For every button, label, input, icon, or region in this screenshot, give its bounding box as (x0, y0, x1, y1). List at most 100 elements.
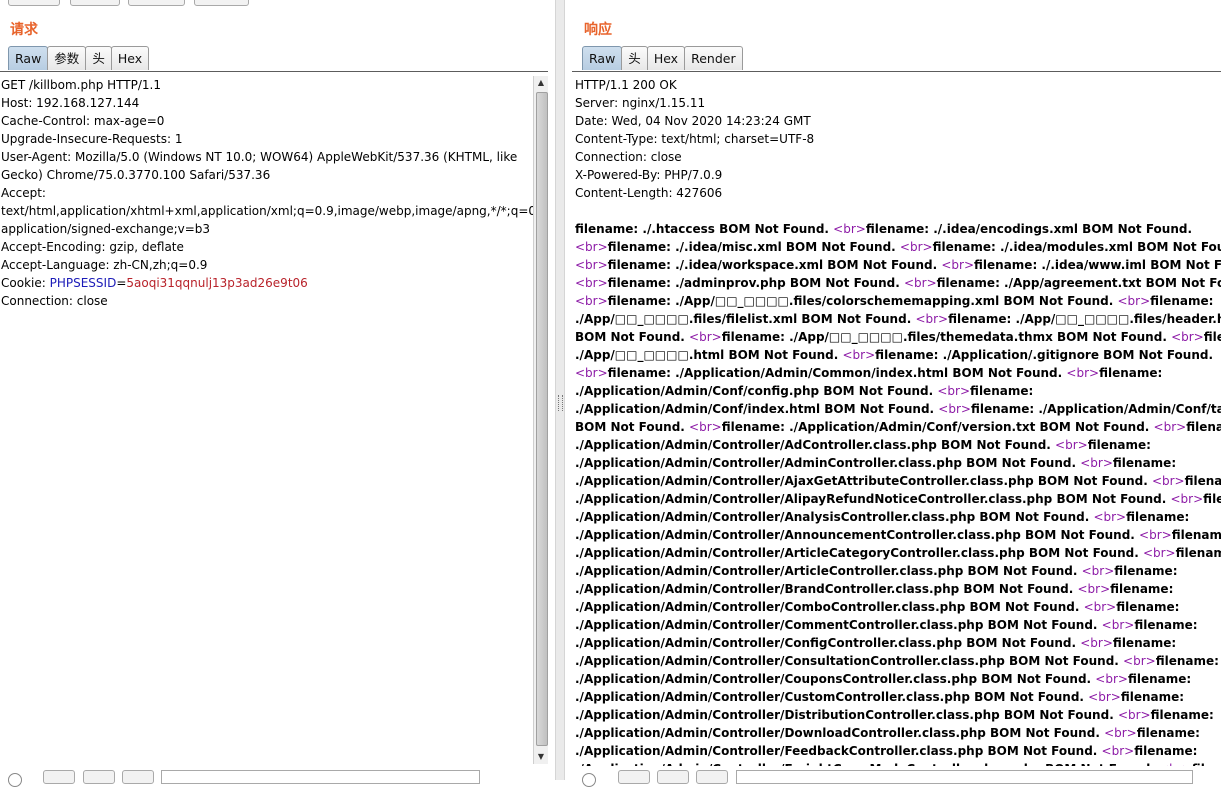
response-body-line: ./Application/Admin/Controller/Announcem… (575, 526, 1221, 544)
response-body-line: ./Application/Admin/Controller/AjaxGetAt… (575, 472, 1221, 490)
pane-splitter[interactable] (555, 0, 565, 780)
search-prev-button[interactable] (618, 770, 650, 784)
br-tag: <br> (689, 420, 722, 434)
body-text: filename: (1127, 672, 1192, 686)
body-text: ./Application/Admin/Controller/AdControl… (575, 438, 1056, 452)
br-tag: <br> (1081, 564, 1115, 578)
body-text: ./App/□□_□□□□.html BOM Not Found. (575, 348, 843, 362)
help-icon[interactable] (8, 773, 22, 787)
body-text: filename: ./Application/Admin/Conf/versi… (721, 420, 1154, 434)
body-text: filename: (1110, 582, 1174, 596)
body-text: ./Application/Admin/Controller/AjaxGetAt… (575, 474, 1152, 488)
search-prev-button[interactable] (43, 770, 75, 784)
request-pane: 请求 Raw 参数头 Hex GET /killbom.php HTTP/1.1 Ho… (0, 0, 548, 780)
body-text: filename: ./App/agreement.txt BOM Not Fo… (936, 276, 1221, 290)
body-text: filename: (1203, 330, 1221, 344)
response-body-line: ./Application/Admin/Controller/FeedbackC… (575, 742, 1221, 760)
body-text: ./Application/Admin/Controller/ArticleCa… (575, 546, 1143, 560)
response-header-line: Content-Type: text/html; charset=UTF-8 (575, 132, 815, 146)
br-tag: <br> (1170, 492, 1204, 506)
response-pane: 响应 Raw 头 Hex Render HTTP/1.1 200 OK Server: … (572, 0, 1221, 780)
body-text: filename: (1203, 492, 1221, 506)
request-line: Accept-Encoding: gzip, deflate (1, 240, 184, 254)
request-scrollbar[interactable]: ▲ ▼ (533, 76, 548, 764)
body-text: ./Application/Admin/Controller/Announcem… (575, 528, 1140, 542)
br-tag: <br> (1083, 600, 1117, 614)
response-body-line: ./Application/Admin/Conf/index.html BOM … (575, 400, 1221, 418)
tab-头[interactable]: 头 (85, 46, 112, 70)
body-text: filename: (1134, 618, 1198, 632)
tab-hex[interactable]: Hex (646, 46, 686, 70)
request-line: text/html,application/xhtml+xml,applicat… (1, 204, 533, 218)
tab-hex[interactable]: Hex (110, 46, 150, 70)
br-tag: <br> (938, 402, 971, 416)
body-text: filename: (1112, 456, 1177, 470)
tab-raw[interactable]: Raw (582, 46, 623, 70)
request-line: Host: 192.168.127.144 (1, 96, 140, 110)
tab-raw[interactable]: Raw (8, 46, 49, 70)
body-text: ./Application/Admin/Controller/BrandCont… (575, 582, 1078, 596)
request-search-input[interactable] (161, 770, 480, 784)
search-options-button[interactable] (122, 770, 154, 784)
response-body-line: ./Application/Admin/Controller/ConfigCon… (575, 634, 1221, 652)
bottom-search-bar (0, 770, 1221, 787)
request-line: Accept-Language: zh-CN,zh;q=0.9 (1, 258, 208, 272)
tab-头[interactable]: 头 (621, 46, 648, 70)
response-header-line: Content-Length: 427606 (575, 186, 723, 200)
body-text: filename: ./.idea/www.iml BOM Not Found. (974, 258, 1221, 272)
body-text: filename: (1150, 708, 1214, 722)
search-next-button[interactable] (83, 770, 115, 784)
request-line: User-Agent: Mozilla/5.0 (Windows NT 10.0… (1, 150, 518, 164)
response-body-line: <br>filename: ./.idea/misc.xml BOM Not F… (575, 238, 1221, 256)
response-editor[interactable]: HTTP/1.1 200 OK Server: nginx/1.15.11 Date… (574, 76, 1221, 766)
body-text: filename: ./.idea/workspace.xml BOM Not … (607, 258, 942, 272)
br-tag: <br> (1139, 528, 1172, 542)
response-body-line: ./Application/Admin/Controller/Distribut… (575, 706, 1221, 724)
body-text: filename: (1114, 564, 1178, 578)
br-tag: <br> (842, 348, 876, 362)
request-line: Connection: close (1, 294, 108, 308)
cookie-name: PHPSESSID (49, 276, 117, 290)
body-text: ./Application/Admin/Controller/ConfigCon… (575, 636, 1081, 650)
body-text: filename: ./.htaccess BOM Not Found. (575, 222, 834, 236)
body-text: filename: (1150, 294, 1214, 308)
br-tag: <br> (1093, 510, 1127, 524)
body-text: filename: ./.idea/misc.xml BOM Not Found… (607, 240, 900, 254)
response-body-line: ./App/□□_□□□□.files/filelist.xml BOM Not… (575, 310, 1221, 328)
scroll-thumb[interactable] (536, 92, 548, 746)
cookie-eq: = (116, 276, 127, 290)
tab-divider (0, 71, 548, 72)
br-tag: <br> (1104, 726, 1137, 740)
tab-参数[interactable]: 参数 (47, 46, 87, 70)
body-text: ./Application/Admin/Conf/config.php BOM … (575, 384, 938, 398)
cookie-value: 5aoqi31qqnulj13p3ad26e9t06 (126, 276, 308, 290)
response-body-line: ./Application/Admin/Controller/Consultat… (575, 652, 1221, 670)
tab-render[interactable]: Render (684, 46, 743, 70)
scroll-down-icon[interactable]: ▼ (534, 750, 548, 764)
response-body-line: <br>filename: ./Application/Admin/Common… (575, 364, 1221, 382)
help-icon[interactable] (582, 773, 596, 787)
response-tabs: Raw 头 Hex Render (582, 46, 743, 71)
br-tag: <br> (1142, 546, 1176, 560)
body-text: filename: (1192, 762, 1221, 766)
body-text: ./Application/Admin/Controller/CommentCo… (575, 618, 1102, 632)
body-text: filename: (1155, 654, 1219, 668)
request-editor[interactable]: GET /killbom.php HTTP/1.1 Host: 192.168.1… (0, 76, 533, 766)
br-tag: <br> (1066, 366, 1100, 380)
br-tag: <br> (575, 366, 608, 380)
response-body-line: ./Application/Admin/Controller/DownloadC… (575, 724, 1221, 742)
response-body-line: ./Application/Admin/Conf/config.php BOM … (575, 382, 1221, 400)
response-search-input[interactable] (736, 770, 1193, 784)
body-text: filename: ./adminprov.php BOM Not Found. (607, 276, 904, 290)
br-tag: <br> (899, 240, 933, 254)
body-text: BOM Not Found. (575, 420, 690, 434)
body-text: ./Application/Admin/Conf/index.html BOM … (575, 402, 939, 416)
scroll-up-icon[interactable]: ▲ (534, 76, 548, 90)
search-next-button[interactable] (657, 770, 689, 784)
br-tag: <br> (941, 258, 975, 272)
body-text: ./Application/Admin/Controller/AlipayRef… (575, 492, 1171, 506)
body-text: filename: ./.idea/encodings.xml BOM Not … (865, 222, 1193, 236)
body-text: ./Application/Admin/Controller/Distribut… (575, 708, 1118, 722)
response-body-line: ./App/□□_□□□□.html BOM Not Found. <br>fi… (575, 346, 1221, 364)
search-options-button[interactable] (696, 770, 728, 784)
